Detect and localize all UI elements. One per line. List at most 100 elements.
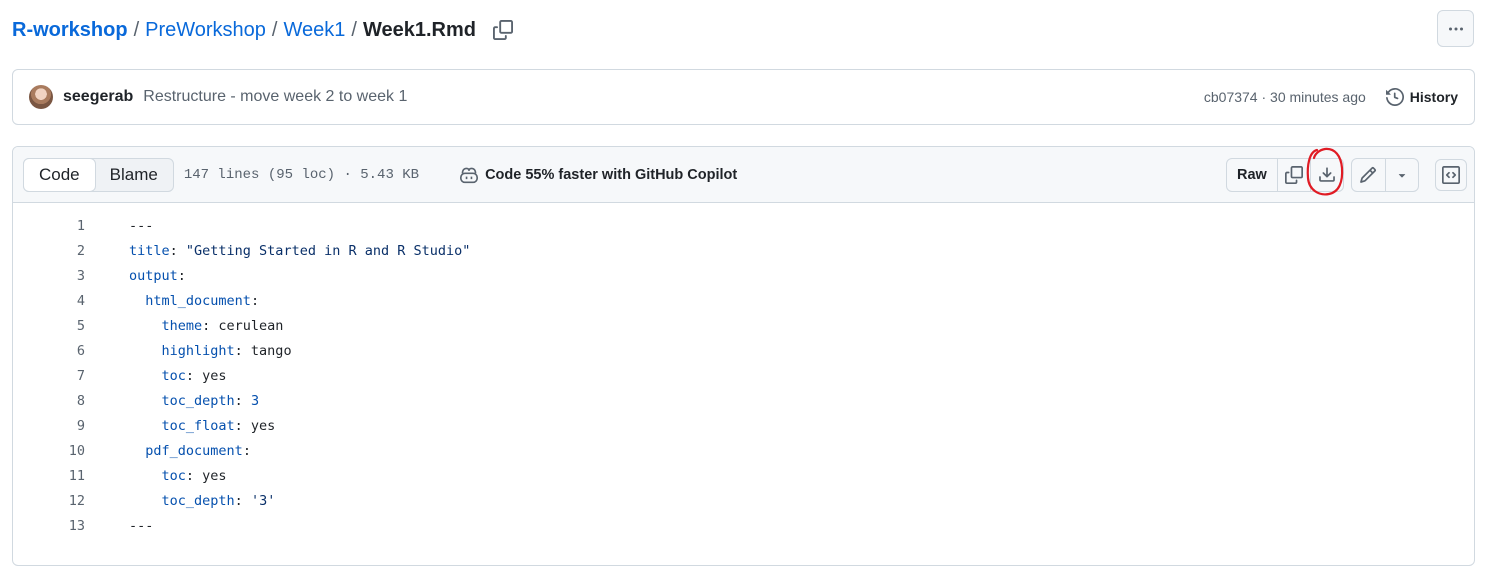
yaml-key: toc [161, 367, 186, 384]
code-line: 7 toc: yes [13, 363, 1474, 388]
code-view: 1 --- 2 title: "Getting Started in R and R … [13, 203, 1474, 538]
code-line: 3 output: [13, 263, 1474, 288]
yaml-text: : [234, 492, 251, 509]
edit-group [1350, 158, 1419, 192]
yaml-key: theme [161, 317, 203, 334]
file-actions: Raw [1226, 158, 1467, 192]
line-content: output: [129, 268, 186, 284]
line-number[interactable]: 10 [13, 443, 85, 459]
code-line: 9 toc_float: yes [13, 413, 1474, 438]
copy-icon [1284, 166, 1303, 184]
yaml-text: : [250, 292, 260, 309]
commit-author[interactable]: seegerab [63, 88, 133, 106]
line-content: toc_depth: 3 [129, 392, 260, 409]
line-content: toc_float: yes [129, 417, 276, 434]
line-number[interactable]: 5 [13, 318, 85, 334]
yaml-key: highlight [161, 342, 235, 359]
code-line: 6 highlight: tango [13, 338, 1474, 363]
latest-commit-bar: seegerab Restructure - move week 2 to we… [12, 69, 1475, 125]
commit-message[interactable]: Restructure - move week 2 to week 1 [143, 88, 407, 106]
line-number[interactable]: 2 [13, 243, 85, 259]
yaml-key: html_document [145, 292, 251, 309]
yaml-key: toc_float [161, 417, 235, 434]
yaml-text: : [234, 392, 251, 409]
yaml-text: : tango [234, 342, 292, 359]
edit-file-button[interactable] [1352, 159, 1385, 191]
yaml-key: toc_depth [161, 492, 235, 509]
line-content: theme: cerulean [129, 317, 284, 334]
code-line: 8 toc_depth: 3 [13, 388, 1474, 413]
commit-meta: cb07374 · 30 minutes ago History [1204, 88, 1458, 106]
line-number[interactable]: 9 [13, 418, 85, 434]
avatar[interactable] [29, 85, 53, 109]
breadcrumb-separator: / [133, 18, 140, 41]
yaml-key: toc [161, 467, 186, 484]
line-number[interactable]: 1 [13, 218, 85, 234]
line-number[interactable]: 7 [13, 368, 85, 384]
view-toggle: Code Blame [23, 157, 174, 192]
breadcrumb-folder-link[interactable]: PreWorkshop [145, 19, 266, 42]
download-raw-button[interactable] [1309, 159, 1343, 191]
line-content: toc_depth: '3' [129, 492, 276, 509]
line-number[interactable]: 4 [13, 293, 85, 309]
copilot-promo-link[interactable]: Code 55% faster with GitHub Copilot [459, 166, 737, 184]
line-content: html_document: [129, 293, 259, 309]
yaml-value: 3 [250, 392, 260, 409]
line-number[interactable]: 13 [13, 518, 85, 534]
breadcrumb-current-file: Week1.Rmd [362, 18, 476, 41]
tab-blame[interactable]: Blame [95, 159, 173, 191]
download-icon [1318, 167, 1335, 182]
file-meta: 147 lines (95 loc) · 5.43 KB [183, 166, 420, 183]
breadcrumb: R-workshop / PreWorkshop / Week1 / Week1… [12, 17, 514, 43]
line-number[interactable]: 11 [13, 468, 85, 484]
pencil-icon [1360, 167, 1377, 183]
line-content: --- [129, 518, 153, 534]
history-button[interactable]: History [1385, 88, 1458, 106]
more-options-button[interactable] [1437, 10, 1474, 47]
code-line: 10 pdf_document: [13, 438, 1474, 463]
code-line: 1 --- [13, 213, 1474, 238]
kebab-horizontal-icon [1448, 27, 1463, 30]
yaml-value: '3' [250, 492, 276, 509]
yaml-value: "Getting Started in R and R Studio" [185, 242, 471, 259]
line-content: title: "Getting Started in R and R Studi… [129, 243, 470, 259]
breadcrumb-separator: / [271, 18, 278, 41]
yaml-text: --- [129, 217, 154, 234]
copy-raw-button[interactable] [1278, 159, 1310, 191]
copy-path-icon[interactable] [492, 19, 514, 41]
symbols-panel-button[interactable] [1434, 159, 1467, 191]
tab-code[interactable]: Code [23, 157, 96, 192]
breadcrumb-subfolder-link[interactable]: Week1 [283, 19, 345, 42]
code-line: 5 theme: cerulean [13, 313, 1474, 338]
line-number[interactable]: 6 [13, 343, 85, 359]
line-number[interactable]: 3 [13, 268, 85, 284]
commit-hash-time[interactable]: cb07374 · 30 minutes ago [1204, 89, 1366, 105]
edit-dropdown-button[interactable] [1384, 159, 1418, 191]
line-content: pdf_document: [129, 443, 251, 459]
line-number[interactable]: 12 [13, 493, 85, 509]
yaml-key: toc_depth [161, 392, 235, 409]
line-number[interactable]: 8 [13, 393, 85, 409]
code-line: 11 toc: yes [13, 463, 1474, 488]
yaml-text: --- [129, 517, 154, 534]
copilot-icon [460, 167, 479, 183]
yaml-key: output [129, 267, 178, 284]
yaml-key: title [129, 242, 170, 259]
code-line: 4 html_document: [13, 288, 1474, 313]
yaml-text: : [177, 267, 186, 284]
code-square-icon [1441, 166, 1460, 184]
yaml-text: : yes [185, 367, 227, 384]
triangle-down-icon [1398, 174, 1406, 178]
code-line: 2 title: "Getting Started in R and R Stud… [13, 238, 1474, 263]
yaml-text: : yes [185, 467, 227, 484]
breadcrumb-repo-link[interactable]: R-workshop [12, 19, 128, 42]
raw-button[interactable]: Raw [1227, 159, 1278, 191]
line-content: toc: yes [129, 468, 227, 484]
